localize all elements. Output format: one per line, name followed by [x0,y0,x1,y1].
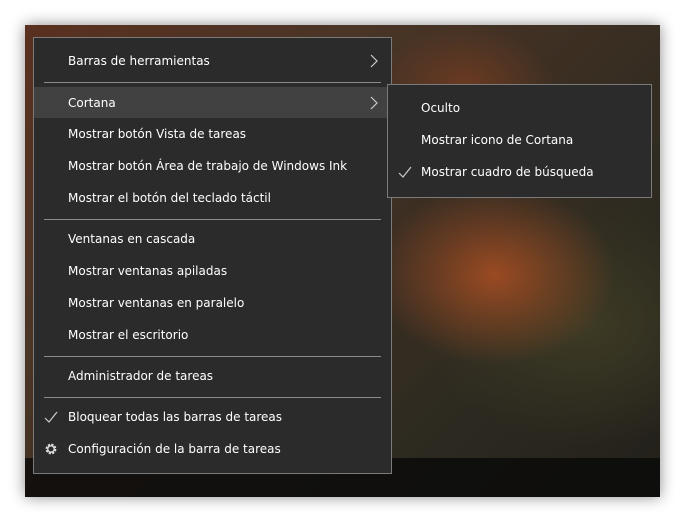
menu-item-label: Mostrar botón Área de trabajo de Windows… [68,159,348,173]
chevron-right-icon [370,54,378,68]
submenu-item-show-search-box[interactable]: Mostrar cuadro de búsqueda [388,156,651,188]
menu-item-label: Bloquear todas las barras de tareas [68,410,283,424]
menu-item-label: Oculto [421,101,461,115]
menu-item-cortana[interactable]: Cortana [34,87,391,118]
submenu-item-hidden[interactable]: Oculto [388,92,651,124]
menu-item-label: Mostrar ventanas apiladas [68,264,228,278]
menu-item-label: Mostrar el escritorio [68,328,189,342]
chevron-right-icon [370,96,378,110]
menu-item-label: Barras de herramientas [68,54,210,68]
gear-icon [45,443,57,455]
menu-separator [44,82,381,83]
menu-item-label: Mostrar cuadro de búsqueda [421,165,594,179]
menu-item-task-manager[interactable]: Administrador de tareas [34,360,391,392]
menu-item-label: Mostrar el botón del teclado táctil [68,191,271,205]
menu-item-windows-ink[interactable]: Mostrar botón Área de trabajo de Windows… [34,150,391,182]
menu-item-taskbar-settings[interactable]: Configuración de la barra de tareas [34,433,391,465]
menu-item-label: Configuración de la barra de tareas [68,442,281,456]
menu-item-lock-taskbars[interactable]: Bloquear todas las barras de tareas [34,401,391,433]
menu-item-side-by-side[interactable]: Mostrar ventanas en paralelo [34,287,391,319]
menu-item-stacked[interactable]: Mostrar ventanas apiladas [34,255,391,287]
menu-separator [44,219,381,220]
menu-item-label: Cortana [68,95,116,110]
menu-item-toolbars[interactable]: Barras de herramientas [34,45,391,77]
menu-item-cascade[interactable]: Ventanas en cascada [34,223,391,255]
menu-item-label: Mostrar icono de Cortana [421,133,574,147]
menu-separator [44,397,381,398]
submenu-item-show-cortana-icon[interactable]: Mostrar icono de Cortana [388,124,651,156]
menu-item-show-desktop[interactable]: Mostrar el escritorio [34,319,391,351]
checkmark-icon [398,166,412,178]
menu-separator [44,356,381,357]
menu-item-touch-keyboard[interactable]: Mostrar el botón del teclado táctil [34,182,391,214]
menu-item-task-view[interactable]: Mostrar botón Vista de tareas [34,118,391,150]
menu-item-label: Mostrar botón Vista de tareas [68,127,247,141]
checkmark-icon [44,411,58,423]
menu-item-label: Ventanas en cascada [68,232,196,246]
cortana-submenu: Oculto Mostrar icono de Cortana Mostrar … [387,84,652,198]
menu-item-label: Administrador de tareas [68,369,214,383]
menu-item-label: Mostrar ventanas en paralelo [68,296,245,310]
taskbar-context-menu: Barras de herramientas Cortana Mostrar b… [33,37,392,474]
